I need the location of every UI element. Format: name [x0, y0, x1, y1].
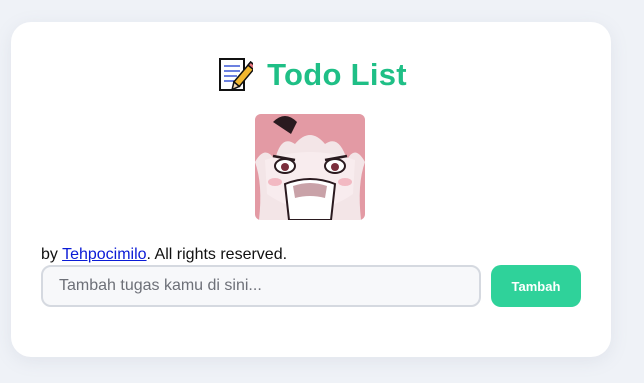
- memo-icon: [215, 56, 254, 94]
- task-input[interactable]: [41, 265, 481, 307]
- credit-prefix: by: [41, 246, 63, 263]
- page-title: Todo List: [11, 56, 611, 94]
- todo-card: Todo List by Tehpocimilo. All rights res…: [11, 22, 611, 357]
- credit-suffix: . All rights reserved.: [146, 246, 288, 263]
- add-task-button[interactable]: Tambah: [491, 265, 581, 307]
- credit-line: by Tehpocimilo. All rights reserved.: [41, 246, 287, 264]
- avatar-image: [255, 114, 365, 220]
- title-text: Todo List: [267, 57, 407, 92]
- author-link[interactable]: Tehpocimilo: [62, 246, 146, 263]
